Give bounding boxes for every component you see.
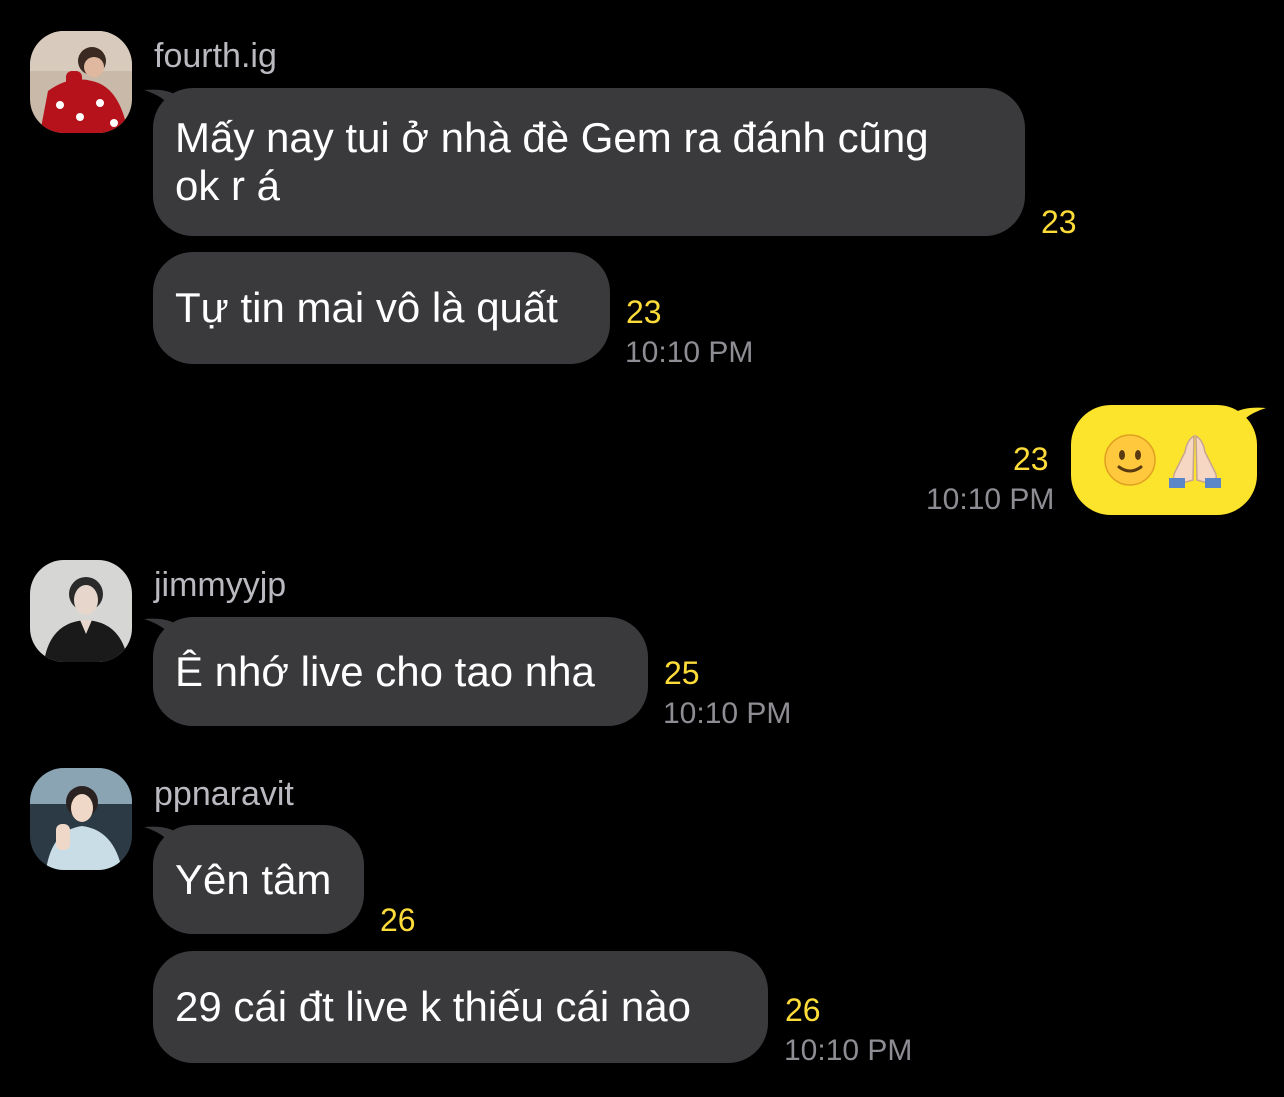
avatar-fourth-ig[interactable] <box>30 31 132 133</box>
message-text: Tự tin mai vô là quất <box>175 284 558 331</box>
message-bubble[interactable]: Tự tin mai vô là quất <box>153 252 610 364</box>
folded-hands-icon <box>1169 434 1221 488</box>
message-text: Yên tâm <box>175 855 332 903</box>
message-bubble[interactable]: Mấy nay tui ở nhà đè Gem ra đánh cũng ok… <box>153 88 1025 236</box>
slightly-smiling-face-icon <box>1104 434 1156 486</box>
message-timestamp: 10:10 PM <box>625 336 754 369</box>
message-text: Ê nhớ live cho tao nha <box>175 647 595 695</box>
message-bubble[interactable]: Ê nhớ live cho tao nha <box>153 617 648 726</box>
sender-name: jimmyyjp <box>154 566 287 604</box>
message-timestamp: 10:10 PM <box>926 483 1055 516</box>
message-timestamp: 10:10 PM <box>784 1034 913 1067</box>
unread-count: 23 <box>1013 441 1049 477</box>
unread-count: 23 <box>1041 204 1077 240</box>
message-bubble[interactable]: Yên tâm <box>153 825 364 934</box>
avatar-ppnaravit[interactable] <box>30 768 132 870</box>
profile-photo-icon <box>30 768 132 870</box>
message-timestamp: 10:10 PM <box>663 697 792 730</box>
avatar-jimmyyjp[interactable] <box>30 560 132 662</box>
message-text: Mấy nay tui ở nhà đè Gem ra đánh cũng ok… <box>175 114 929 209</box>
unread-count: 23 <box>626 294 662 330</box>
own-message-bubble[interactable] <box>1071 405 1257 515</box>
unread-count: 26 <box>380 902 416 938</box>
unread-count: 25 <box>664 655 700 691</box>
sender-name: ppnaravit <box>154 775 294 813</box>
profile-photo-icon <box>30 31 132 133</box>
profile-photo-icon <box>30 560 132 662</box>
sender-name: fourth.ig <box>154 37 277 75</box>
message-text: 29 cái đt live k thiếu cái nào <box>175 983 691 1030</box>
unread-count: 26 <box>785 992 821 1028</box>
message-bubble[interactable]: 29 cái đt live k thiếu cái nào <box>153 951 768 1063</box>
